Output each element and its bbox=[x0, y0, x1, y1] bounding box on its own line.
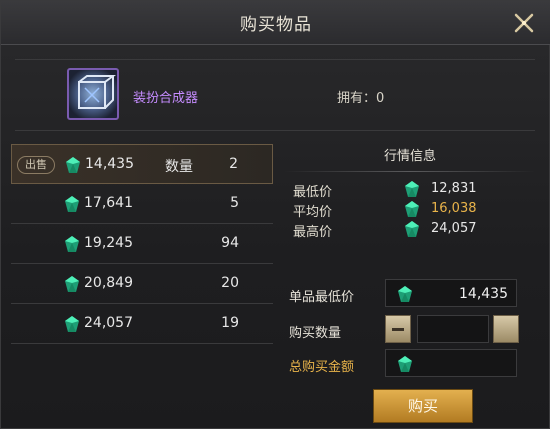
listing-quantity: 20 bbox=[221, 275, 239, 291]
quantity-label: 购买数量 bbox=[289, 326, 342, 341]
gem-currency-icon bbox=[398, 356, 412, 372]
increase-quantity-button[interactable] bbox=[493, 315, 519, 343]
owned-count: 拥有：0 bbox=[337, 91, 385, 106]
listing-row[interactable]: 出售 14,435 数量 2 bbox=[11, 144, 273, 184]
avg-price-row: 平均价 16,038 bbox=[293, 199, 533, 220]
gem-currency-icon bbox=[66, 157, 80, 173]
max-price-row: 最高价 24,057 bbox=[293, 219, 533, 240]
unit-price-label: 单品最低价 bbox=[289, 290, 355, 305]
listing-table: 出售 14,435 数量 2 17,641 5 19,245 94 20,849… bbox=[11, 144, 273, 344]
item-icon bbox=[67, 68, 119, 120]
gem-currency-icon bbox=[405, 201, 419, 217]
max-price-value: 24,057 bbox=[431, 221, 477, 236]
buy-item-window: 购买物品 装扮合成器 拥有：0 出售 14,435 数量 2 17,641 5 … bbox=[0, 0, 550, 429]
gem-currency-icon bbox=[405, 181, 419, 197]
gem-currency-icon bbox=[65, 196, 79, 212]
gem-currency-icon bbox=[65, 236, 79, 252]
total-label: 总购买金额 bbox=[289, 360, 355, 375]
sell-badge: 出售 bbox=[17, 156, 55, 174]
listing-quantity: 94 bbox=[221, 235, 239, 251]
min-price-row: 最低价 12,831 bbox=[293, 179, 533, 200]
gem-currency-icon bbox=[65, 316, 79, 332]
listing-price: 14,435 bbox=[85, 156, 134, 172]
total-amount-field bbox=[385, 349, 517, 377]
avg-price-value: 16,038 bbox=[431, 201, 477, 216]
listing-price: 19,245 bbox=[84, 235, 133, 251]
listing-row[interactable]: 24,057 19 bbox=[11, 304, 273, 344]
listing-row[interactable]: 20,849 20 bbox=[11, 264, 273, 304]
item-name: 装扮合成器 bbox=[133, 91, 199, 106]
item-summary: 装扮合成器 拥有：0 bbox=[15, 59, 535, 131]
window-title: 购买物品 bbox=[240, 15, 312, 35]
listing-quantity: 2 bbox=[229, 156, 238, 172]
buy-form: 单品最低价 14,435 购买数量 总购买金额 购买 bbox=[285, 279, 535, 429]
min-price-value: 12,831 bbox=[431, 181, 477, 196]
close-button[interactable] bbox=[507, 6, 541, 40]
quantity-input[interactable] bbox=[417, 315, 489, 343]
listing-price: 24,057 bbox=[84, 315, 133, 331]
unit-price-value: 14,435 bbox=[459, 286, 508, 302]
gem-currency-icon bbox=[405, 221, 419, 237]
buy-button[interactable]: 购买 bbox=[373, 389, 473, 423]
listing-price: 17,641 bbox=[84, 195, 133, 211]
listing-quantity: 5 bbox=[230, 195, 239, 211]
quantity-label: 数量 bbox=[165, 159, 193, 175]
gem-currency-icon bbox=[398, 286, 412, 302]
unit-price-row: 单品最低价 14,435 bbox=[285, 279, 535, 309]
market-info-title: 行情信息 bbox=[285, 144, 535, 172]
decrease-quantity-button[interactable] bbox=[385, 315, 411, 343]
title-bar: 购买物品 bbox=[1, 1, 550, 45]
quantity-row: 购买数量 bbox=[285, 315, 535, 345]
listing-quantity: 19 bbox=[221, 315, 239, 331]
total-row: 总购买金额 bbox=[285, 349, 535, 379]
avg-price-label: 平均价 bbox=[293, 205, 333, 220]
max-price-label: 最高价 bbox=[293, 225, 333, 240]
unit-price-field: 14,435 bbox=[385, 279, 517, 307]
min-price-label: 最低价 bbox=[293, 185, 333, 200]
listing-price: 20,849 bbox=[84, 275, 133, 291]
listing-row[interactable]: 19,245 94 bbox=[11, 224, 273, 264]
market-info-panel: 行情信息 最低价 12,831 平均价 16,038 最高价 24,057 bbox=[285, 144, 535, 254]
gem-currency-icon bbox=[65, 276, 79, 292]
listing-row[interactable]: 17,641 5 bbox=[11, 184, 273, 224]
close-icon bbox=[514, 13, 534, 33]
